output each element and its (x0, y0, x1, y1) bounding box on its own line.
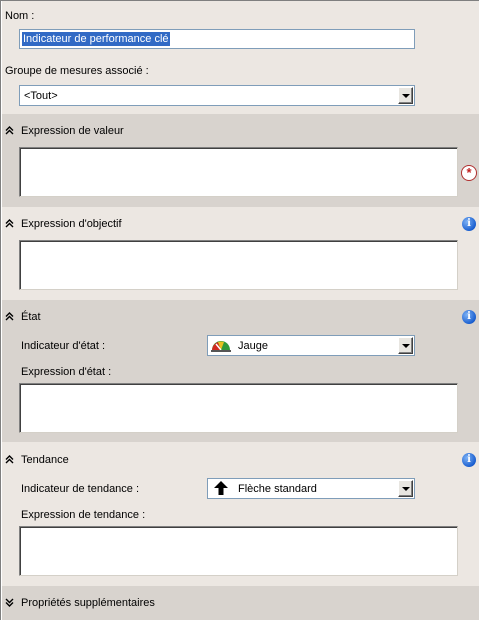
status-indicator-value: Jauge (238, 340, 268, 352)
info-icon[interactable]: i (462, 453, 476, 467)
status-expression-label: Expression d'état : (21, 366, 112, 378)
status-expression-input[interactable] (19, 383, 458, 433)
chevron-down-icon[interactable] (398, 337, 413, 354)
status-indicator-label: Indicateur d'état : (21, 340, 106, 352)
required-icon: * (461, 165, 477, 181)
chevron-down-icon[interactable] (398, 87, 413, 104)
name-label: Nom : (5, 10, 35, 22)
trend-indicator-label: Indicateur de tendance : (21, 483, 140, 495)
goal-expression-input[interactable] (19, 240, 458, 290)
up-arrow-icon (214, 481, 228, 495)
collapse-chevron-icon[interactable] (5, 126, 14, 135)
kpi-form: Nom : Indicateur de performance clé Grou… (0, 0, 479, 620)
info-icon[interactable]: i (462, 217, 476, 231)
status-section-title: État (21, 311, 41, 323)
measure-group-label: Groupe de mesures associé : (5, 65, 149, 77)
trend-indicator-dropdown[interactable]: Flèche standard (207, 478, 415, 499)
collapse-chevron-icon[interactable] (5, 219, 14, 228)
trend-expression-label: Expression de tendance : (21, 509, 146, 521)
info-icon[interactable]: i (462, 310, 476, 324)
trend-section-title: Tendance (21, 454, 69, 466)
trend-expression-input[interactable] (19, 526, 458, 576)
value-expression-input[interactable] (19, 147, 458, 197)
name-input[interactable]: Indicateur de performance clé (19, 29, 415, 49)
chevron-down-icon[interactable] (398, 480, 413, 497)
gauge-icon (211, 341, 231, 352)
trend-indicator-value: Flèche standard (238, 483, 317, 495)
collapse-chevron-icon[interactable] (5, 455, 14, 464)
expand-chevron-icon[interactable] (5, 598, 14, 607)
value-section-title: Expression de valeur (21, 125, 124, 137)
additional-section-title: Propriétés supplémentaires (21, 597, 155, 609)
measure-group-value: <Tout> (24, 90, 58, 102)
goal-section-title: Expression d'objectif (21, 218, 122, 230)
collapse-chevron-icon[interactable] (5, 312, 14, 321)
measure-group-dropdown[interactable]: <Tout> (19, 85, 415, 106)
status-indicator-dropdown[interactable]: Jauge (207, 335, 415, 356)
name-value: Indicateur de performance clé (22, 32, 170, 46)
